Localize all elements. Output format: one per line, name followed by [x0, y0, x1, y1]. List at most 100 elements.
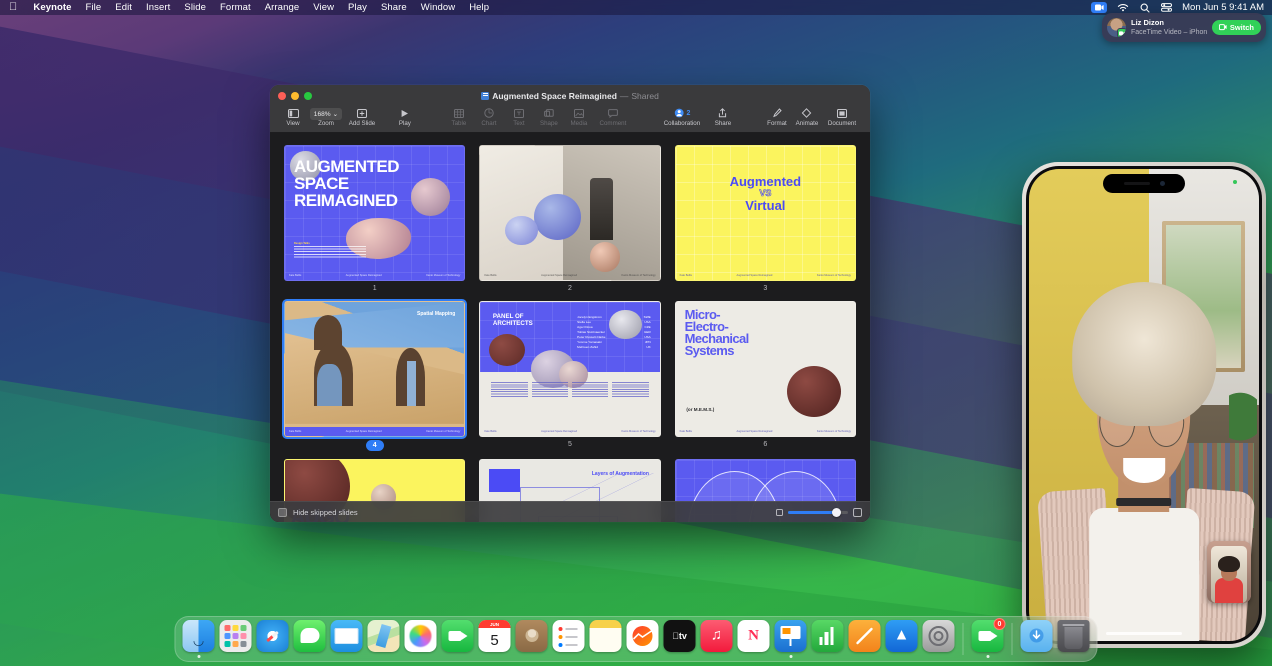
photos-icon[interactable] [405, 620, 437, 652]
dock-item-messages[interactable] [293, 620, 327, 658]
dock-item-numbers[interactable] [811, 620, 845, 658]
facetime-handoff-notification[interactable]: Liz Dizon FaceTime Video – iPhone ❯ Swit… [1102, 13, 1266, 42]
dock-item-app-store[interactable]: ▲ [885, 620, 919, 658]
text-button[interactable]: Text [504, 107, 534, 127]
dock-item-facetime[interactable] [441, 620, 475, 658]
self-view-pip[interactable] [1207, 541, 1251, 603]
keynote-icon[interactable] [775, 620, 807, 652]
small-thumbnail-icon[interactable] [776, 509, 783, 516]
messages-icon[interactable] [294, 620, 326, 652]
slide-thumbnail-4[interactable]: Spatial Mapping Kate Bellis Augmented Sp… [284, 301, 465, 451]
slide-canvas[interactable]: AUGMENTED SPACE REIMAGINED Design Talks … [284, 145, 465, 281]
slide-canvas[interactable]: Augmented VS Virtual Kate Bellis Augment… [675, 145, 856, 281]
mail-icon[interactable] [331, 620, 363, 652]
chart-button[interactable]: Chart [474, 107, 504, 127]
slide-navigator[interactable]: AUGMENTED SPACE REIMAGINED Design Talks … [270, 133, 870, 522]
slide-thumbnail-1[interactable]: AUGMENTED SPACE REIMAGINED Design Talks … [284, 145, 465, 293]
music-icon[interactable]: ♫ [701, 620, 733, 652]
iphone-screen[interactable] [1029, 169, 1259, 641]
dock-item-stocks[interactable] [626, 620, 660, 658]
thumbnail-size-slider[interactable] [788, 511, 848, 514]
dock-item-pages[interactable] [848, 620, 882, 658]
hide-skipped-slides-checkbox[interactable] [278, 508, 287, 517]
zoom-control[interactable]: 168% ⌄ Zoom [308, 107, 344, 127]
animate-button[interactable]: Animate [792, 107, 822, 127]
appletv-icon[interactable]: tv [664, 620, 696, 652]
menu-item-play[interactable]: Play [341, 0, 374, 15]
notes-icon[interactable] [590, 620, 622, 652]
menu-item-help[interactable]: Help [462, 0, 496, 15]
menu-item-keynote[interactable]: Keynote [26, 0, 78, 15]
menu-item-window[interactable]: Window [414, 0, 462, 15]
slide-canvas[interactable]: PANEL OF ARCHITECTS Jocelyn EngstromSWE … [479, 301, 660, 437]
screen-mirroring-icon[interactable] [1091, 2, 1107, 13]
dock-item-system-settings[interactable] [922, 620, 956, 658]
navigator-footer[interactable]: Hide skipped slides [270, 501, 870, 522]
collaboration-button[interactable]: 2 Collaboration [656, 107, 708, 127]
format-button[interactable]: Format [762, 107, 792, 127]
switch-button[interactable]: Switch [1212, 20, 1261, 35]
dock-item-finder[interactable] [182, 620, 216, 658]
play-button[interactable]: Play [390, 107, 420, 127]
shape-button[interactable]: Shape [534, 107, 564, 127]
iphone-facetime-window[interactable] [1022, 162, 1266, 648]
dock-item-downloads[interactable] [1020, 620, 1054, 658]
downloads-folder-icon[interactable] [1021, 620, 1053, 652]
media-button[interactable]: Media [564, 107, 594, 127]
finder-icon[interactable] [183, 620, 215, 652]
keynote-toolbar[interactable]: View 168% ⌄ Zoom Add Slide Play [270, 106, 870, 133]
dock-item-safari[interactable] [256, 620, 290, 658]
slide-canvas[interactable]: Spatial Mapping Kate Bellis Augmented Sp… [284, 301, 465, 437]
zoom-value-box[interactable]: 168% ⌄ [310, 108, 342, 120]
add-slide-button[interactable]: Add Slide [344, 107, 380, 127]
launchpad-icon[interactable] [220, 620, 252, 652]
numbers-icon[interactable] [812, 620, 844, 652]
app-store-icon[interactable]: ▲ [886, 620, 918, 652]
dock-item-photos[interactable] [404, 620, 438, 658]
slider-knob[interactable] [832, 508, 841, 517]
dock-item-maps[interactable] [367, 620, 401, 658]
slide-thumbnail-2[interactable]: Kate Bellis Augmented Space Reimagined K… [479, 145, 660, 293]
dock-item-calendar[interactable]: JUN 5 [478, 620, 512, 658]
apple-menu-icon[interactable]:  [0, 0, 26, 15]
menu-bar-clock[interactable]: Mon Jun 5 9:41 AM [1182, 2, 1264, 13]
maps-icon[interactable] [368, 620, 400, 652]
dock-item-keynote[interactable] [774, 620, 808, 658]
dock[interactable]: JUN 5 tv ♫ N ▲ [175, 616, 1098, 662]
window-titlebar[interactable]: Augmented Space Reimagined — Shared [270, 85, 870, 106]
home-indicator[interactable] [1106, 632, 1182, 635]
pages-icon[interactable] [849, 620, 881, 652]
menu-item-edit[interactable]: Edit [108, 0, 139, 15]
calendar-icon[interactable]: JUN 5 [479, 620, 511, 652]
menu-item-arrange[interactable]: Arrange [258, 0, 307, 15]
menu-item-view[interactable]: View [306, 0, 341, 15]
reminders-icon[interactable] [553, 620, 585, 652]
menu-item-slide[interactable]: Slide [177, 0, 213, 15]
document-button[interactable]: Document [822, 107, 862, 127]
slide-canvas[interactable]: Micro- Electro- Mechanical Systems (or M… [675, 301, 856, 437]
slide-thumbnail-6[interactable]: Micro- Electro- Mechanical Systems (or M… [675, 301, 856, 451]
dock-item-trash[interactable] [1057, 620, 1091, 658]
comment-button[interactable]: Comment [594, 107, 632, 127]
dock-item-news[interactable]: N [737, 620, 771, 658]
slide-thumbnail-3[interactable]: Augmented VS Virtual Kate Bellis Augment… [675, 145, 856, 293]
share-button[interactable]: Share [708, 107, 738, 127]
large-thumbnail-icon[interactable] [853, 508, 862, 517]
menu-item-share[interactable]: Share [374, 0, 414, 15]
view-button[interactable]: View [278, 107, 308, 127]
dock-item-mail[interactable] [330, 620, 364, 658]
menu-item-file[interactable]: File [79, 0, 109, 15]
dock-item-reminders[interactable] [552, 620, 586, 658]
thumbnail-size-control[interactable] [776, 508, 862, 517]
keynote-window[interactable]: Augmented Space Reimagined — Shared View… [270, 85, 870, 522]
dock-item-music[interactable]: ♫ [700, 620, 734, 658]
table-button[interactable]: Table [444, 107, 474, 127]
news-icon[interactable]: N [738, 620, 770, 652]
system-settings-icon[interactable] [923, 620, 955, 652]
trash-icon[interactable] [1058, 620, 1090, 652]
safari-icon[interactable] [257, 620, 289, 652]
dock-item-notes[interactable] [589, 620, 623, 658]
dock-item-appletv[interactable]: tv [663, 620, 697, 658]
dock-item-contacts[interactable] [515, 620, 549, 658]
menu-item-insert[interactable]: Insert [139, 0, 177, 15]
